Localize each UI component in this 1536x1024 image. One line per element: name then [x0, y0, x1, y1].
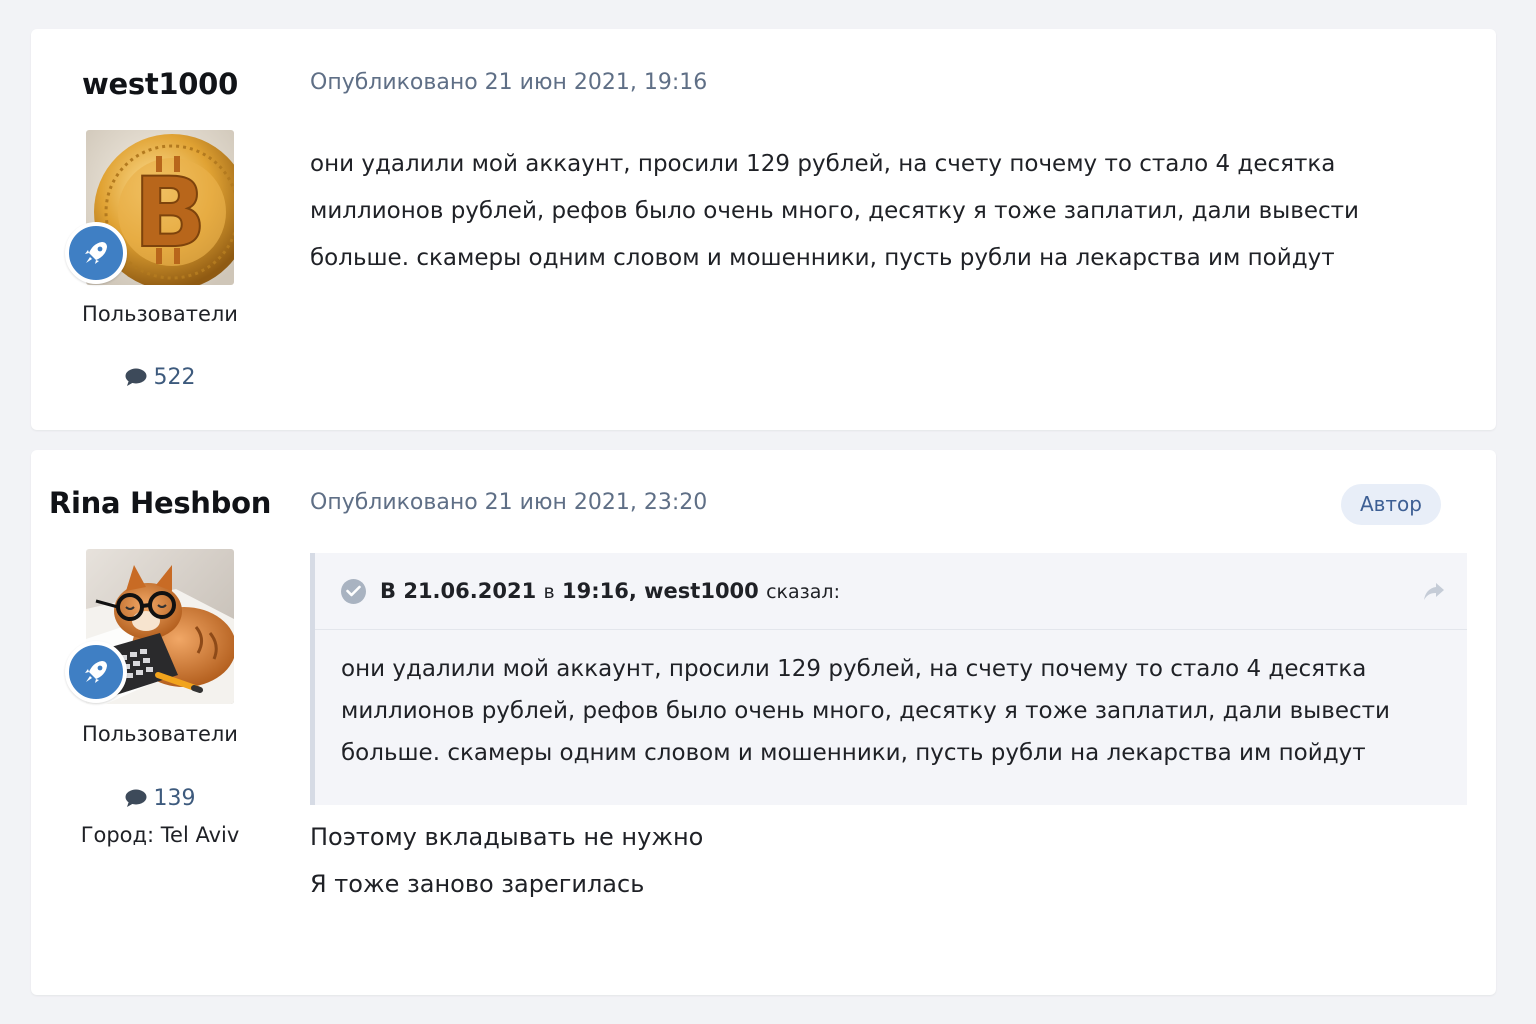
rocket-icon — [65, 641, 127, 703]
quote-text-line: миллионов рублей, рефов было очень много… — [341, 698, 1390, 724]
post-date[interactable]: Опубликовано 21 июн 2021, 19:16 — [310, 70, 707, 95]
svg-text:B: B — [133, 157, 206, 269]
author-badge: Автор — [1340, 484, 1441, 525]
post-text-line: миллионов рублей, рефов было очень много… — [310, 198, 1359, 224]
quote-text-line: они удалили мой аккаунт, просили 129 руб… — [341, 656, 1367, 682]
quote-citation[interactable]: В 21.06.2021 в 19:16, west1000 сказал: — [380, 579, 840, 603]
quote-cite-said: сказал: — [766, 581, 840, 603]
quote-content: они удалили мой аккаунт, просили 129 руб… — [315, 630, 1427, 774]
post-text-line: Поэтому вкладывать не нужно — [310, 823, 704, 851]
quote-block: В 21.06.2021 в 19:16, west1000 сказал: о… — [310, 553, 1467, 805]
avatar-container: B — [65, 130, 234, 285]
avatar-container — [65, 549, 234, 704]
post-text-line: они удалили мой аккаунт, просили 129 руб… — [310, 151, 1336, 177]
quote-cite-prefix: В — [380, 579, 397, 603]
author-name[interactable]: Rina Heshbon — [31, 486, 289, 520]
post-text-line: больше. скамеры одним словом и мошенники… — [310, 245, 1335, 271]
user-city: Город: Tel Aviv — [80, 823, 240, 847]
quote-text-line: больше. скамеры одним словом и мошенники… — [341, 740, 1366, 766]
speech-bubble-icon — [125, 789, 146, 807]
check-circle-icon[interactable] — [341, 578, 366, 604]
post-count[interactable]: 139 — [31, 786, 289, 811]
post-content: они удалили мой аккаунт, просили 129 руб… — [310, 141, 1370, 282]
post-count-value: 139 — [153, 786, 196, 811]
post-count[interactable]: 522 — [31, 365, 289, 390]
speech-bubble-icon — [125, 368, 146, 386]
post-text-line: Я тоже заново зарегилась — [310, 870, 645, 898]
quote-cite-time: 19:16, — [562, 579, 637, 603]
quote-cite-author: west1000 — [644, 579, 759, 603]
post-date[interactable]: Опубликовано 21 июн 2021, 23:20 — [310, 490, 707, 515]
quote-header: В 21.06.2021 в 19:16, west1000 сказал: — [315, 553, 1467, 630]
post-rina-heshbon: Rina Heshbon Пользователи 139 Город: Tel… — [31, 450, 1496, 995]
quote-cite-date: 21.06.2021 — [403, 579, 537, 603]
user-group: Пользователи — [82, 302, 238, 326]
author-name[interactable]: west1000 — [31, 67, 289, 101]
rocket-icon — [65, 222, 127, 284]
quote-cite-in: в — [543, 581, 555, 603]
post-west1000: west1000 B Пользователи 522 Опубликовано… — [31, 29, 1496, 430]
share-arrow-icon[interactable] — [1423, 581, 1445, 605]
post-content: Поэтому вкладывать не нужно Я тоже занов… — [310, 814, 1410, 908]
post-count-value: 522 — [153, 365, 196, 390]
user-group: Пользователи — [82, 722, 238, 746]
